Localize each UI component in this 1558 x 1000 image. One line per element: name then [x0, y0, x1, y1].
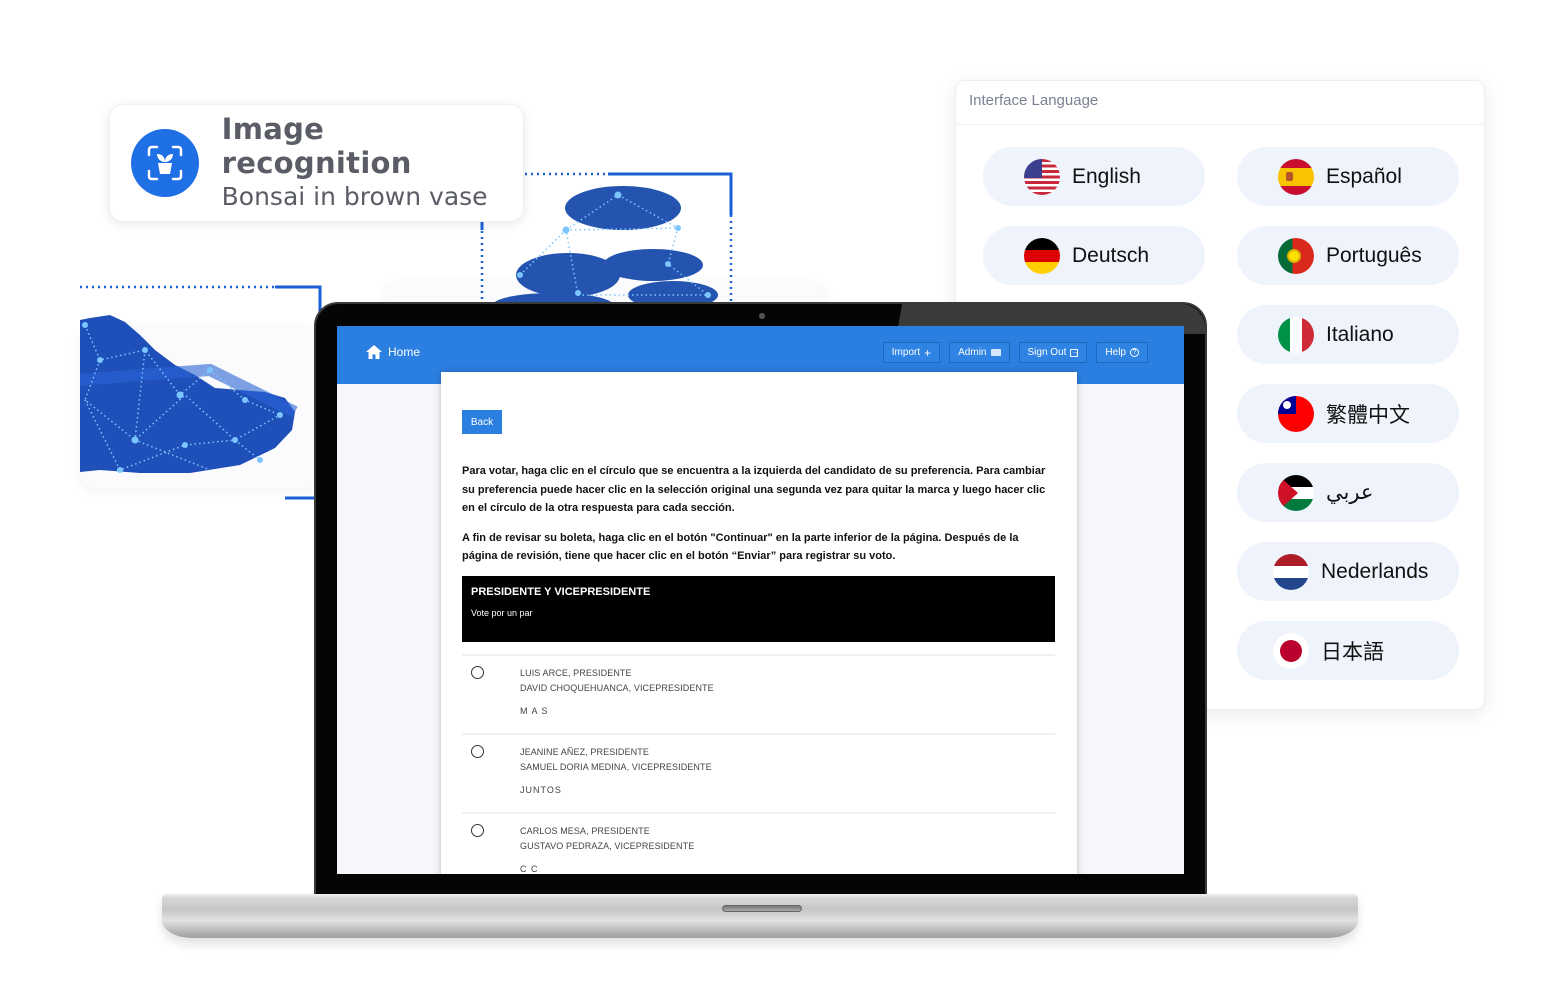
contest-subtitle: Vote por un par: [471, 608, 533, 618]
language-option-arabic[interactable]: عربي: [1237, 463, 1459, 522]
us-flag-icon: [1024, 158, 1060, 195]
home-link[interactable]: Home: [366, 345, 420, 359]
language-option-deutsch[interactable]: Deutsch: [983, 226, 1205, 285]
plant-scan-icon: [131, 129, 199, 197]
laptop-base: [162, 894, 1358, 938]
instruction-paragraph: Para votar, haga clic en el círculo que …: [462, 465, 1046, 514]
candidate-vice-president: DAVID CHOQUEHUANCA, VICEPRESIDENTE: [520, 683, 714, 693]
language-label: Português: [1326, 243, 1422, 267]
contest-title: PRESIDENTE Y VICEPRESIDENTE: [471, 586, 651, 598]
candidate-party: M A S: [520, 706, 549, 716]
candidate-option[interactable]: LUIS ARCE, PRESIDENTE DAVID CHOQUEHUANCA…: [462, 654, 1055, 733]
language-label: Deutsch: [1072, 243, 1150, 267]
language-label: 日本語: [1321, 640, 1384, 664]
language-option-espanol[interactable]: Español: [1237, 147, 1459, 206]
germany-flag-icon: [1024, 237, 1060, 274]
home-icon: [366, 345, 382, 359]
language-option-portugues[interactable]: Português: [1237, 226, 1459, 285]
sign-out-icon: →: [1070, 348, 1079, 357]
language-label: عربي: [1326, 481, 1374, 504]
contest-header: PRESIDENTE Y VICEPRESIDENTE Vote por un …: [462, 576, 1055, 642]
plus-icon: +: [924, 345, 932, 360]
language-option-nederlands[interactable]: Nederlands: [1237, 542, 1459, 601]
candidate-radio[interactable]: [471, 745, 484, 758]
language-label: English: [1072, 164, 1141, 188]
card-icon: [990, 349, 1001, 356]
italy-flag-icon: [1278, 316, 1314, 353]
admin-button[interactable]: Admin: [949, 342, 1010, 363]
help-button[interactable]: Help ?: [1096, 342, 1148, 363]
japan-flag-icon: [1273, 632, 1309, 669]
candidate-option[interactable]: JEANINE AÑEZ, PRESIDENTE SAMUEL DORIA ME…: [462, 733, 1055, 812]
back-button[interactable]: Back: [462, 410, 502, 434]
language-label: Italiano: [1326, 322, 1394, 346]
language-panel-title: Interface Language: [956, 81, 1484, 125]
laptop-frame: Home Import + Admin Sign Out → Help ? Ba…: [314, 302, 1207, 898]
webcam-icon: [759, 313, 765, 319]
sign-out-button[interactable]: Sign Out →: [1018, 342, 1088, 363]
language-option-traditional-chinese[interactable]: 繁體中文: [1237, 384, 1459, 443]
candidate-party: JUNTOS: [520, 785, 562, 795]
shoe-detection-illustration: [80, 285, 322, 500]
candidate-party: C C: [520, 864, 539, 874]
instruction-paragraph: A fin de revisar su boleta, haga clic en…: [462, 531, 1019, 563]
candidate-vice-president: GUSTAVO PEDRAZA, VICEPRESIDENTE: [520, 841, 695, 851]
netherlands-flag-icon: [1273, 553, 1309, 590]
language-label: 繁體中文: [1326, 403, 1410, 427]
language-option-japanese[interactable]: 日本語: [1237, 621, 1459, 680]
arabic-flag-icon: [1278, 474, 1314, 511]
candidate-radio[interactable]: [471, 824, 484, 837]
laptop-screen: Home Import + Admin Sign Out → Help ? Ba…: [337, 326, 1184, 874]
portugal-flag-icon: [1278, 237, 1314, 274]
help-icon: ?: [1130, 348, 1139, 357]
taiwan-flag-icon: [1278, 395, 1314, 432]
language-label: Nederlands: [1321, 559, 1429, 583]
candidate-option[interactable]: CARLOS MESA, PRESIDENTE GUSTAVO PEDRAZA,…: [462, 812, 1055, 874]
spain-flag-icon: [1278, 158, 1314, 195]
candidate-radio[interactable]: [471, 666, 484, 679]
ballot-instructions: Para votar, haga clic en el círculo que …: [462, 462, 1056, 577]
recognition-title: Image recognition: [221, 112, 412, 180]
language-option-italiano[interactable]: Italiano: [1237, 305, 1459, 364]
laptop-opening-notch: [722, 905, 802, 912]
import-button[interactable]: Import +: [882, 342, 941, 363]
language-label: Español: [1326, 164, 1402, 188]
candidate-president: LUIS ARCE, PRESIDENTE: [520, 668, 632, 678]
home-label: Home: [388, 345, 421, 359]
candidate-president: CARLOS MESA, PRESIDENTE: [520, 826, 650, 836]
recognition-result: Bonsai in brown vase: [221, 182, 488, 211]
candidate-president: JEANINE AÑEZ, PRESIDENTE: [520, 747, 649, 757]
candidate-vice-president: SAMUEL DORIA MEDINA, VICEPRESIDENTE: [520, 762, 712, 772]
ballot-card: Back Para votar, haga clic en el círculo…: [441, 372, 1077, 874]
image-recognition-card: Image recognition Bonsai in brown vase: [109, 104, 524, 222]
language-option-english[interactable]: English: [983, 147, 1205, 206]
